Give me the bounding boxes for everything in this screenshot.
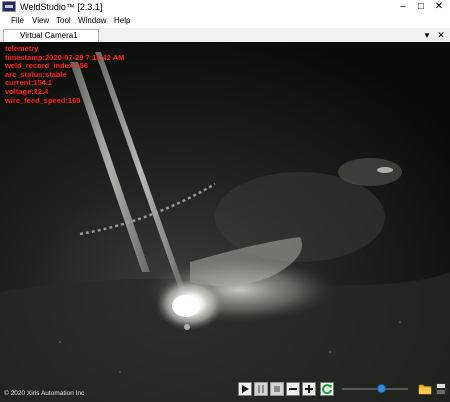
maximize-button[interactable]: □ — [414, 0, 428, 14]
save-button[interactable] — [434, 382, 448, 396]
menu-help[interactable]: Help — [114, 16, 130, 26]
zoom-in-button[interactable] — [302, 382, 316, 396]
playback-slider-thumb[interactable] — [377, 384, 387, 393]
minimize-button[interactable]: – — [396, 0, 410, 14]
app-logo-icon — [2, 1, 16, 12]
plus-icon — [305, 385, 313, 393]
tab-list-dropdown[interactable]: ▾ — [422, 29, 432, 41]
playback-toolbar — [236, 381, 448, 399]
menu-window[interactable]: Window — [78, 16, 106, 26]
telemetry-overlay: telemetry timestamp:2020-07-29 7:11:42 A… — [5, 44, 124, 105]
pause-icon — [258, 385, 264, 393]
loop-button[interactable] — [320, 382, 334, 396]
title-bar: WeldStudio™ [2.3.1] – □ ✕ — [0, 0, 450, 14]
menu-file[interactable]: File — [11, 16, 24, 26]
tab-label: Virtual Camera1 — [20, 31, 78, 40]
window-title: WeldStudio™ [2.3.1] — [20, 2, 103, 12]
pause-button[interactable] — [254, 382, 268, 396]
playback-slider-track[interactable] — [342, 388, 408, 390]
menu-view[interactable]: View — [32, 16, 49, 26]
tab-close-button[interactable]: ✕ — [436, 29, 446, 41]
document-tab-strip: Virtual Camera1 ▾ ✕ — [0, 28, 450, 43]
close-button[interactable]: ✕ — [432, 0, 446, 14]
refresh-icon — [322, 384, 332, 395]
menu-bar: File View Tool Window Help — [0, 14, 450, 28]
save-icon — [435, 383, 447, 395]
telemetry-wire-feed-speed: wire_feed_speed:169 — [5, 95, 81, 105]
open-file-button[interactable] — [418, 382, 432, 396]
stop-button[interactable] — [270, 382, 284, 396]
stop-icon — [274, 386, 280, 392]
menu-tool[interactable]: Tool — [56, 16, 71, 26]
play-icon — [242, 385, 249, 393]
minus-icon — [289, 388, 297, 390]
copyright-text: © 2020 Xiris Automation Inc — [4, 390, 85, 397]
folder-icon — [418, 384, 432, 395]
zoom-out-button[interactable] — [286, 382, 300, 396]
play-button[interactable] — [238, 382, 252, 396]
camera-viewport[interactable]: telemetry timestamp:2020-07-29 7:11:42 A… — [0, 42, 450, 402]
tab-virtual-camera1[interactable]: Virtual Camera1 — [3, 29, 99, 42]
